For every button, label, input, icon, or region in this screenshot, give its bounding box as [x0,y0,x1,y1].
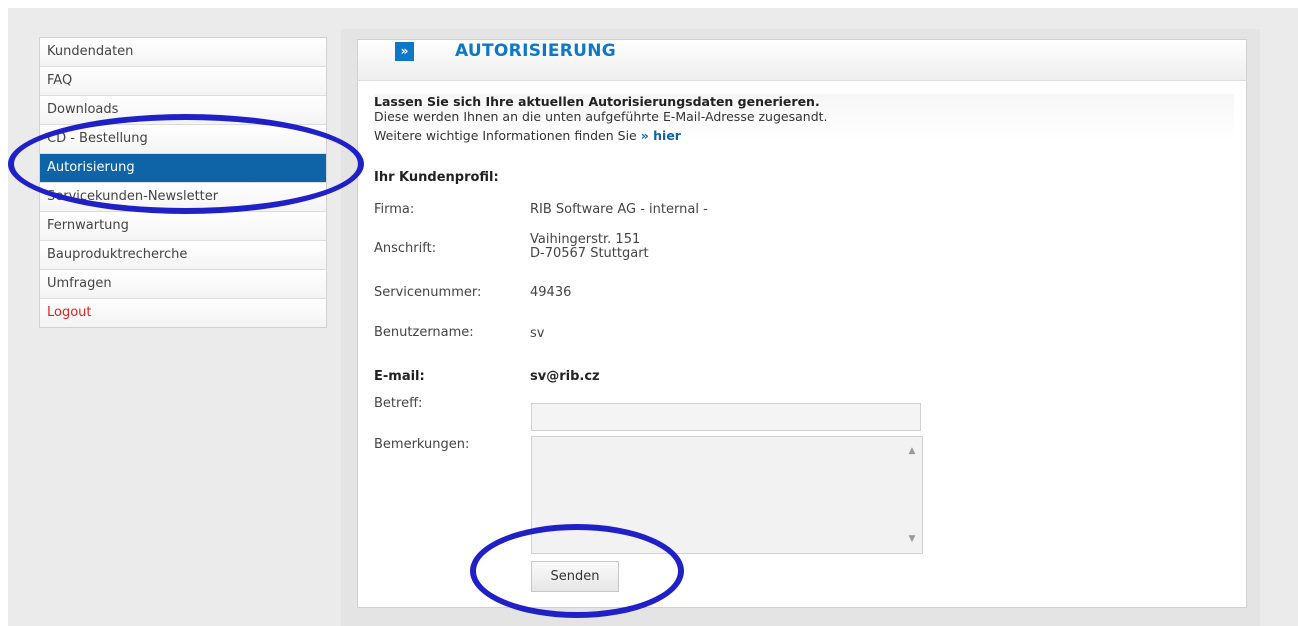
sidebar-item-bauproduktrecherche[interactable]: Bauproduktrecherche [40,241,326,270]
sidebar-item-kundendaten[interactable]: Kundendaten [40,38,326,67]
panel-header: » AUTORISIERUNG [358,40,1246,81]
sidebar-nav: Kundendaten FAQ Downloads CD - Bestellun… [39,37,327,328]
servicenummer-value: 49436 [530,285,572,300]
email-label: E-mail: [374,369,425,384]
sidebar-item-downloads[interactable]: Downloads [40,96,326,125]
more-info-link[interactable]: » hier [641,128,681,143]
page-title: AUTORISIERUNG [455,41,617,61]
anschrift-line2: D-70567 Stuttgart [530,246,649,261]
scroll-up-arrow-icon[interactable]: ▲ [906,445,918,457]
anschrift-line1: Vaihingerstr. 151 [530,232,641,247]
sidebar-item-faq[interactable]: FAQ [40,67,326,96]
double-chevron-icon: » [395,42,414,61]
email-value: sv@rib.cz [530,369,600,384]
betreff-label: Betreff: [374,396,423,411]
profile-heading: Ihr Kundenprofil: [374,170,499,185]
intro-more-info: Weitere wichtige Informationen finden Si… [374,128,1234,143]
servicenummer-label: Servicenummer: [374,285,482,300]
betreff-input[interactable] [531,403,921,431]
benutzername-value: sv [530,326,545,341]
sidebar-item-autorisierung[interactable]: Autorisierung [40,154,326,183]
intro-heading: Lassen Sie sich Ihre aktuellen Autorisie… [374,94,820,109]
scroll-down-arrow-icon[interactable]: ▼ [906,533,918,545]
more-info-text: Weitere wichtige Informationen finden Si… [374,128,637,143]
send-button[interactable]: Senden [531,561,619,592]
sidebar-item-fernwartung[interactable]: Fernwartung [40,212,326,241]
sidebar-item-logout[interactable]: Logout [40,299,326,327]
anschrift-label: Anschrift: [374,241,437,256]
bemerkungen-label: Bemerkungen: [374,437,470,452]
bemerkungen-textarea[interactable]: ▲ ▼ [531,436,923,554]
firma-value: RIB Software AG - internal - [530,202,708,217]
intro-text: Lassen Sie sich Ihre aktuellen Autorisie… [374,94,1234,143]
firma-label: Firma: [374,202,415,217]
sidebar-item-newsletter[interactable]: Servicekunden-Newsletter [40,183,326,212]
sidebar-item-cd-bestellung[interactable]: CD - Bestellung [40,125,326,154]
intro-description: Diese werden Ihnen an die unten aufgefüh… [374,109,828,124]
benutzername-label: Benutzername: [374,325,474,340]
sidebar-item-umfragen[interactable]: Umfragen [40,270,326,299]
authorization-panel: » AUTORISIERUNG Lassen Sie sich Ihre akt… [357,39,1247,608]
